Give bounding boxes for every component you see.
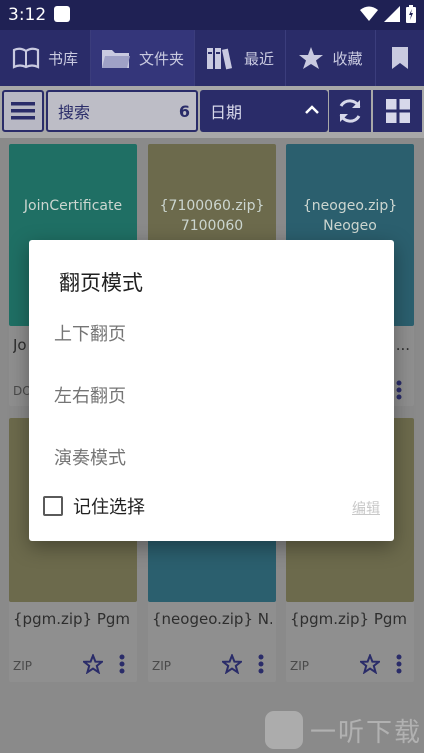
status-bar: 3:12 [0,0,424,30]
remember-checkbox[interactable] [43,496,63,516]
book-title: {pgm.zip} Pgm [290,610,408,628]
signal-icon [384,6,400,22]
book-title: {pgm.zip} Pgm [13,610,131,628]
tab-recent[interactable]: 最近 [195,30,286,86]
star-outline-icon[interactable] [83,654,103,674]
more-vert-icon[interactable] [396,380,402,400]
option-horizontal-page[interactable]: 左右翻页 [54,382,126,408]
grid-view-icon [385,99,410,123]
more-vert-icon[interactable] [258,654,264,674]
watermark: 一听下载 [264,710,422,750]
sort-select[interactable]: 日期 [200,90,328,132]
tab-folder[interactable]: 文件夹 [91,30,195,86]
refresh-icon [339,99,361,123]
tab-recent-label: 最近 [243,49,274,68]
option-performance-mode[interactable]: 演奏模式 [54,444,126,470]
watermark-logo-icon [265,711,303,749]
sort-label: 日期 [210,103,243,122]
star-outline-icon[interactable] [360,654,380,674]
remember-label: 记住选择 [73,497,145,518]
more-vert-icon[interactable] [396,654,402,674]
tab-favorites-label: 收藏 [332,49,363,68]
books-shelf-icon [206,48,232,70]
menu-button[interactable] [2,90,44,132]
option-vertical-scroll[interactable]: 上下翻页 [54,320,126,346]
status-time: 3:12 [8,5,47,25]
search-label: 搜索 [58,103,91,122]
star-icon [299,47,324,69]
cover-text-sub: 7100060 [180,218,244,234]
book-icon [12,47,40,69]
grid-view-button[interactable] [373,90,422,132]
remember-choice-row[interactable]: 记住选择 [43,493,145,519]
tab-favorites[interactable]: 收藏 [286,30,376,86]
book-format: ZIP [290,659,309,673]
bookmark-icon [392,47,408,69]
nav-tabs: 书库 文件夹 最近 收藏 [0,30,424,86]
tab-bookmarks[interactable] [376,30,424,86]
page-turn-mode-dialog: 翻页模式 上下翻页 左右翻页 演奏模式 记住选择 编辑 [29,240,394,541]
book-title: {neogeo.zip} N... [152,610,272,628]
toolbar: 搜索 6 日期 [0,86,424,138]
tab-folder-label: 文件夹 [138,49,184,68]
cover-text: JoinCertificate [23,198,123,214]
notification-icon [54,6,70,22]
tab-library[interactable]: 书库 [0,30,91,86]
dialog-title: 翻页模式 [59,271,143,295]
cover-text: {7100060.zip} [159,198,265,214]
battery-icon [406,5,416,23]
search-result-count: 6 [178,102,190,121]
star-outline-icon[interactable] [222,654,242,674]
chevron-up-icon [305,105,319,114]
book-format: ZIP [13,659,32,673]
search-input[interactable]: 搜索 6 [46,90,198,132]
tab-library-label: 书库 [47,49,78,68]
folder-icon [101,50,130,68]
edit-link[interactable]: 编辑 [352,498,380,518]
cover-text: {neogeo.zip} [302,198,398,214]
cover-text-sub: Neogeo [323,218,377,234]
refresh-button[interactable] [329,90,371,132]
hamburger-icon [11,102,35,120]
wifi-icon [360,6,378,21]
book-format: ZIP [152,659,171,673]
more-vert-icon[interactable] [119,654,125,674]
watermark-text: 一听下载 [310,717,423,748]
status-icons [360,5,416,23]
